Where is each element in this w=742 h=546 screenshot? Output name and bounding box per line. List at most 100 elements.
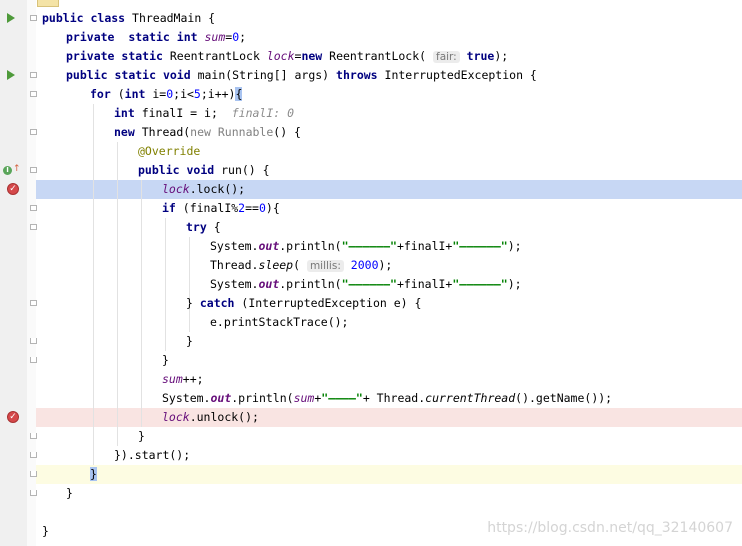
- parameter-hint: millis:: [306, 260, 344, 272]
- code-line[interactable]: }: [0, 465, 742, 484]
- code-line-text: for (int i=0;i<5;i++){: [90, 85, 243, 104]
- code-line-text: public void run() {: [138, 161, 270, 180]
- code-token: "——————": [341, 277, 397, 291]
- code-token: main(String[] args): [197, 68, 337, 82]
- code-token: );: [507, 277, 522, 291]
- code-token: lock: [266, 49, 295, 63]
- intention-bulb-icon[interactable]: [37, 0, 59, 7]
- code-line[interactable]: Thread.sleep( millis: 2000);: [0, 256, 742, 275]
- code-line[interactable]: lock.unlock();: [0, 408, 742, 427]
- code-token: Runnable: [217, 125, 274, 139]
- code-token: }).start();: [114, 448, 191, 462]
- code-token: lock: [162, 410, 190, 424]
- code-line-text: private static int sum=0;: [66, 28, 246, 47]
- code-token: 5: [193, 87, 201, 101]
- code-line[interactable]: }).start();: [0, 446, 742, 465]
- code-token: ;i++): [200, 87, 236, 101]
- code-line[interactable]: for (int i=0;i<5;i++){: [0, 85, 742, 104]
- code-line-text: }: [162, 351, 169, 370]
- code-token: .unlock();: [189, 410, 259, 424]
- code-token: run() {: [221, 163, 270, 177]
- code-token: private: [66, 49, 122, 63]
- code-token: int: [176, 30, 205, 44]
- code-token: catch: [199, 296, 242, 310]
- code-line[interactable]: }: [0, 332, 742, 351]
- code-token: private: [66, 30, 129, 44]
- code-token: );: [378, 258, 393, 272]
- code-line[interactable]: lock.lock();: [0, 180, 742, 199]
- code-line[interactable]: public void run() {: [0, 161, 742, 180]
- code-line[interactable]: new Thread(new Runnable() {: [0, 123, 742, 142]
- code-line[interactable]: public class ThreadMain {: [0, 9, 742, 28]
- code-editor[interactable]: I ↑ ✓ ✓ public class ThreadMain {private st…: [0, 0, 742, 546]
- code-token: +finalI+: [396, 239, 453, 253]
- code-token: static: [121, 49, 170, 63]
- code-line-text: lock.lock();: [162, 180, 245, 199]
- code-token: .println(: [279, 277, 342, 291]
- code-line[interactable]: if (finalI%2==0){: [0, 199, 742, 218]
- code-token: int: [124, 87, 153, 101]
- code-token: out: [258, 239, 280, 253]
- code-token: ().getName());: [515, 391, 613, 405]
- code-token: {: [213, 220, 221, 234]
- code-token: System.: [210, 277, 259, 291]
- code-line[interactable]: }: [0, 351, 742, 370]
- code-token: throws: [336, 68, 385, 82]
- code-line-text: }: [138, 427, 145, 446]
- code-token: int: [114, 106, 142, 120]
- code-line[interactable]: int finalI = i; finalI: 0: [0, 104, 742, 123]
- code-token: currentThread: [425, 391, 516, 405]
- code-line-text: int finalI = i; finalI: 0: [114, 104, 294, 123]
- code-token: "——————": [452, 277, 508, 291]
- code-token: ;: [239, 30, 247, 44]
- code-token: sleep: [258, 258, 294, 272]
- code-token: out: [258, 277, 280, 291]
- code-token: @Override: [138, 144, 201, 158]
- watermark: https://blog.csdn.net/qq_32140607: [487, 520, 733, 536]
- code-token: class: [90, 11, 133, 25]
- code-token: (: [117, 87, 125, 101]
- code-token: sum: [204, 30, 226, 44]
- code-line[interactable]: }: [0, 484, 742, 503]
- code-token: lock: [162, 182, 190, 196]
- code-line[interactable]: private static int sum=0;: [0, 28, 742, 47]
- code-token: public: [66, 68, 115, 82]
- code-line-text: lock.unlock();: [162, 408, 259, 427]
- code-line[interactable]: public static void main(String[] args) t…: [0, 66, 742, 85]
- code-line[interactable]: try {: [0, 218, 742, 237]
- code-token: out: [210, 391, 232, 405]
- code-token: true: [466, 49, 495, 63]
- code-token: Thread.: [210, 258, 259, 272]
- code-token: ==: [245, 201, 259, 215]
- code-line-text: private static ReentrantLock lock=new Re…: [66, 47, 508, 67]
- code-token: static: [114, 68, 163, 82]
- code-token: .println(: [279, 239, 342, 253]
- code-line[interactable]: } catch (InterruptedException e) {: [0, 294, 742, 313]
- code-line[interactable]: System.out.println("——————"+finalI+"————…: [0, 275, 742, 294]
- code-line-text: }).start();: [114, 446, 190, 465]
- code-line[interactable]: private static ReentrantLock lock=new Re…: [0, 47, 742, 66]
- code-line-text: System.out.println("——————"+finalI+"————…: [210, 275, 522, 294]
- code-line-text: public class ThreadMain {: [42, 9, 215, 28]
- code-token: .lock();: [189, 182, 246, 196]
- code-token: 0: [258, 201, 266, 215]
- code-token: +finalI+: [396, 277, 453, 291]
- code-line[interactable]: System.out.println(sum+"————"+ Thread.cu…: [0, 389, 742, 408]
- code-line[interactable]: sum++;: [0, 370, 742, 389]
- code-line[interactable]: e.printStackTrace();: [0, 313, 742, 332]
- code-token: ReentrantLock(: [329, 49, 433, 63]
- code-line[interactable]: System.out.println("——————"+finalI+"————…: [0, 237, 742, 256]
- code-token: );: [507, 239, 522, 253]
- code-token: i=: [152, 87, 167, 101]
- code-token: );: [494, 49, 509, 63]
- code-line[interactable]: }: [0, 427, 742, 446]
- code-token: void: [162, 68, 198, 82]
- code-token: {: [235, 87, 243, 101]
- code-token: "——————": [341, 239, 397, 253]
- code-line[interactable]: @Override: [0, 142, 742, 161]
- code-line-text: if (finalI%2==0){: [162, 199, 280, 218]
- code-token: ;i<: [173, 87, 194, 101]
- code-line-text: System.out.println(sum+"————"+ Thread.cu…: [162, 389, 612, 408]
- code-token: new: [190, 125, 218, 139]
